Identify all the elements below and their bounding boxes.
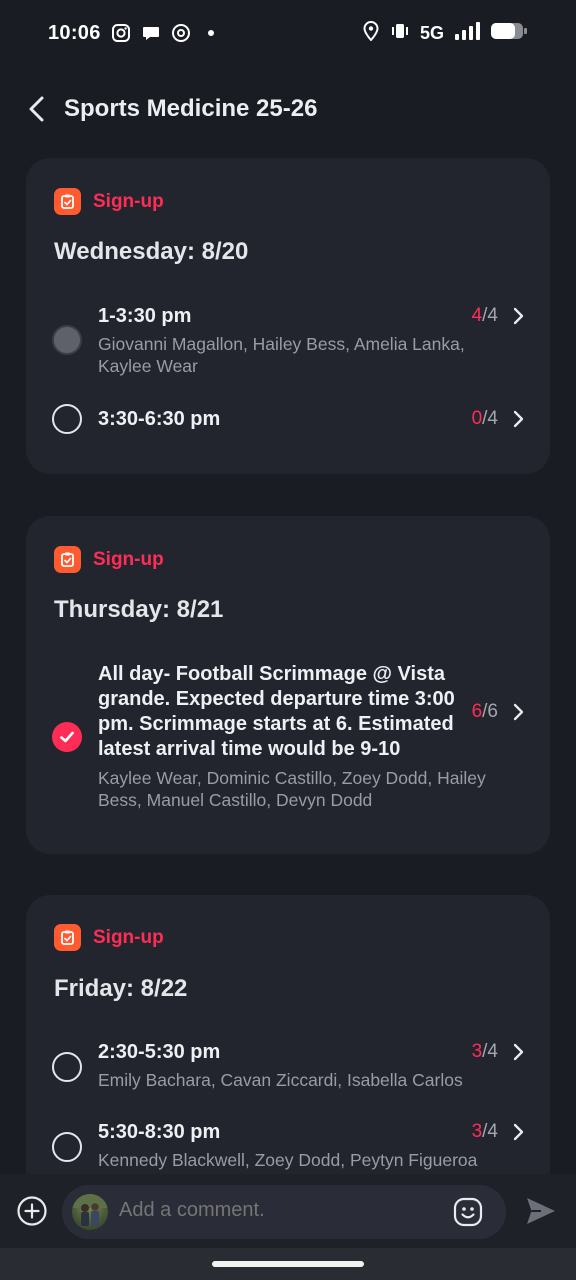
clipboard-check-icon — [54, 924, 81, 951]
slot-time: 2:30-5:30 pm — [98, 1041, 221, 1063]
slot-row[interactable]: 3:30-6:30 pm 0/4 — [26, 402, 550, 442]
network-label: 5G — [419, 22, 444, 43]
home-handle[interactable] — [212, 1261, 364, 1267]
chat-bubble-icon — [141, 23, 161, 43]
slot-time: 1-3:30 pm — [98, 305, 192, 327]
slot-radio-disabled — [52, 325, 82, 355]
slot-row[interactable]: All day- Football Scrimmage @ Vista gran… — [26, 661, 550, 811]
dot-icon — [201, 23, 221, 43]
chevron-right-icon — [512, 1042, 526, 1062]
comment-input[interactable] — [119, 1199, 439, 1222]
day-title: Thursday: 8/21 — [54, 596, 224, 623]
status-time: 10:06 — [48, 21, 101, 44]
send-icon — [527, 1198, 555, 1224]
back-arrow-icon — [29, 96, 44, 122]
instagram-icon — [111, 23, 131, 43]
send-button[interactable] — [524, 1194, 558, 1228]
slot-count: 3/4 — [471, 1121, 498, 1142]
plus-circle-icon — [17, 1196, 47, 1226]
status-bar: 10:06 5G — [0, 0, 576, 66]
slot-time: 5:30-8:30 pm — [98, 1121, 221, 1143]
day-title: Wednesday: 8/20 — [54, 238, 249, 265]
slot-participants: Emily Bachara, Cavan Ziccardi, Isabella … — [98, 1070, 463, 1090]
chevron-right-icon — [512, 1122, 526, 1142]
comment-composer — [0, 1174, 576, 1248]
system-nav-bar — [0, 1248, 576, 1280]
emoji-button[interactable] — [452, 1196, 484, 1228]
slot-radio[interactable] — [52, 404, 82, 434]
signup-tag-label: Sign-up — [93, 548, 164, 570]
back-button[interactable] — [22, 89, 50, 129]
slot-participants: Giovanni Magallon, Hailey Bess, Amelia L… — [98, 334, 465, 376]
chevron-right-icon — [512, 306, 526, 326]
slot-time: All day- Football Scrimmage @ Vista gran… — [98, 663, 455, 760]
signup-tag: Sign-up — [54, 546, 164, 573]
slot-radio[interactable] — [52, 1132, 82, 1162]
threads-icon — [171, 23, 191, 43]
signup-card-friday: Sign-up Friday: 8/22 2:30-5:30 pm Emily … — [26, 895, 550, 1195]
add-attachment-button[interactable] — [16, 1195, 48, 1227]
slot-row[interactable]: 5:30-8:30 pm Kennedy Blackwell, Zoey Dod… — [26, 1120, 550, 1176]
slot-time: 3:30-6:30 pm — [98, 408, 221, 430]
signup-tag-label: Sign-up — [93, 926, 164, 948]
signup-tag: Sign-up — [54, 188, 164, 215]
chevron-right-icon — [512, 409, 526, 429]
slot-row[interactable]: 1-3:30 pm Giovanni Magallon, Hailey Bess… — [26, 302, 550, 382]
chevron-right-icon — [512, 702, 526, 722]
page-title: Sports Medicine 25-26 — [64, 95, 318, 122]
slot-count: 6/6 — [471, 701, 498, 722]
location-icon — [362, 20, 380, 46]
slot-radio-checked[interactable] — [52, 722, 82, 752]
signup-tag-label: Sign-up — [93, 190, 164, 212]
signup-card-thursday: Sign-up Thursday: 8/21 All day- Football… — [26, 516, 550, 854]
slot-row[interactable]: 2:30-5:30 pm Emily Bachara, Cavan Ziccar… — [26, 1040, 550, 1096]
clipboard-check-icon — [54, 546, 81, 573]
day-title: Friday: 8/22 — [54, 975, 188, 1002]
signup-card-wednesday: Sign-up Wednesday: 8/20 1-3:30 pm Giovan… — [26, 158, 550, 474]
check-icon — [60, 731, 74, 743]
slot-count: 0/4 — [471, 408, 498, 429]
top-app-bar: Sports Medicine 25-26 — [0, 76, 576, 142]
slot-count: 3/4 — [471, 1041, 498, 1062]
slot-participants: Kennedy Blackwell, Zoey Dodd, Peytyn Fig… — [98, 1150, 478, 1170]
signal-icon — [454, 21, 480, 45]
slot-participants: Kaylee Wear, Dominic Castillo, Zoey Dodd… — [98, 768, 486, 810]
clipboard-check-icon — [54, 188, 81, 215]
slot-radio[interactable] — [52, 1052, 82, 1082]
battery-icon — [490, 21, 528, 46]
comment-box[interactable] — [62, 1185, 506, 1239]
slot-count: 4/4 — [471, 305, 498, 326]
signup-tag: Sign-up — [54, 924, 164, 951]
avatar — [72, 1194, 108, 1230]
emoji-icon — [453, 1197, 483, 1227]
vibrate-icon — [390, 21, 410, 46]
